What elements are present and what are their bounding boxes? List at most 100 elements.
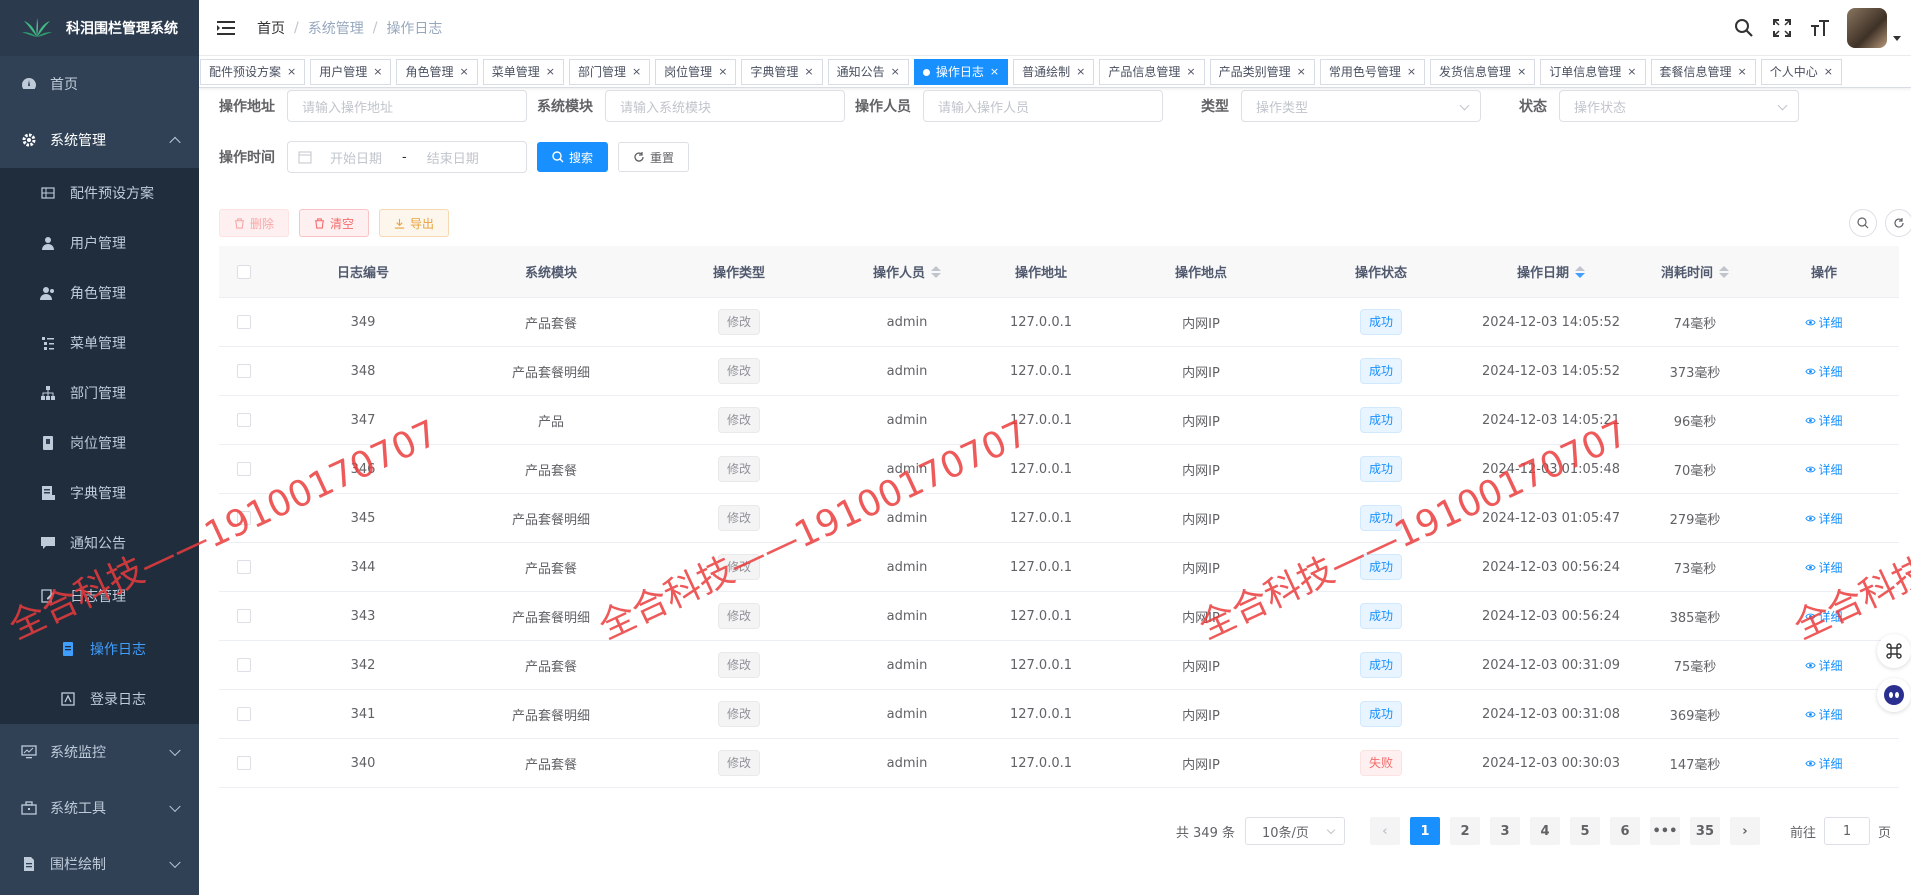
sidebar-item-users[interactable]: 用户管理	[0, 218, 199, 268]
sidebar-item-notice[interactable]: 通知公告	[0, 518, 199, 568]
page-button[interactable]: 2	[1449, 817, 1480, 845]
detail-button[interactable]: 详细	[1805, 755, 1843, 772]
tab-9[interactable]: 普通绘制 ×	[1013, 59, 1095, 85]
tab-10[interactable]: 产品信息管理 ×	[1099, 59, 1205, 85]
tab-12[interactable]: 常用色号管理 ×	[1319, 59, 1426, 85]
close-icon[interactable]: ×	[459, 60, 468, 84]
tab-16[interactable]: 个人中心 ×	[1760, 59, 1842, 85]
sidebar-item-operlog[interactable]: 操作日志	[0, 624, 199, 674]
close-icon[interactable]: ×	[1076, 60, 1085, 84]
row-checkbox[interactable]	[237, 511, 251, 525]
sidebar-item-posts[interactable]: 岗位管理	[0, 418, 199, 468]
tab-14[interactable]: 订单信息管理 ×	[1540, 59, 1646, 85]
sidebar-item-logininfor[interactable]: 登录日志	[0, 674, 199, 724]
oper-addr-input[interactable]: 请输入操作地址	[287, 90, 527, 122]
tab-8[interactable]: 操作日志 ×	[913, 59, 1009, 85]
breadcrumb-home[interactable]: 首页	[257, 18, 285, 38]
oper-user-input[interactable]: 请输入操作人员	[923, 90, 1163, 122]
sidebar-item-fence-draw[interactable]: 围栏绘制	[0, 836, 199, 892]
detail-button[interactable]: 详细	[1805, 510, 1843, 527]
table-row[interactable]: 344 产品套餐 修改 admin 127.0.0.1 内网IP 成功 2024-12-03 …	[219, 543, 1899, 592]
sidebar-item-roles[interactable]: 角色管理	[0, 268, 199, 318]
fullscreen-icon[interactable]	[1771, 17, 1793, 39]
table-row[interactable]: 340 产品套餐 修改 admin 127.0.0.1 内网IP 失败 2024-12-03 …	[219, 739, 1899, 788]
module-input[interactable]: 请输入系统模块	[605, 90, 845, 122]
tab-15[interactable]: 套餐信息管理 ×	[1650, 59, 1756, 85]
table-row[interactable]: 345 产品套餐明细 修改 admin 127.0.0.1 内网IP 成功 2024-12-0…	[219, 494, 1899, 543]
close-icon[interactable]: ×	[287, 60, 296, 84]
page-button[interactable]: 1	[1409, 817, 1440, 845]
close-icon[interactable]: ×	[1517, 60, 1526, 84]
close-icon[interactable]: ×	[1297, 60, 1306, 84]
col-header-sortable[interactable]: 操作人员	[833, 262, 981, 281]
page-button[interactable]: 4	[1529, 817, 1560, 845]
detail-button[interactable]: 详细	[1805, 608, 1843, 625]
close-icon[interactable]: ×	[546, 60, 555, 84]
detail-button[interactable]: 详细	[1805, 363, 1843, 380]
close-icon[interactable]: ×	[718, 60, 727, 84]
search-button[interactable]: 搜索	[537, 142, 609, 172]
page-button[interactable]: 5	[1569, 817, 1600, 845]
sidebar-item-log[interactable]: 日志管理	[0, 568, 199, 624]
sort-desc-icon[interactable]	[1575, 265, 1585, 278]
prev-page-button[interactable]: ‹	[1369, 817, 1400, 845]
oper-type-select[interactable]: 操作类型	[1241, 90, 1481, 122]
table-row[interactable]: 343 产品套餐明细 修改 admin 127.0.0.1 内网IP 成功 2024-12-0…	[219, 592, 1899, 641]
detail-button[interactable]: 详细	[1805, 657, 1843, 674]
sidebar-item-system[interactable]: 系统管理	[0, 112, 199, 168]
table-row[interactable]: 346 产品套餐 修改 admin 127.0.0.1 内网IP 成功 2024-12-03 …	[219, 445, 1899, 494]
tab-6[interactable]: 字典管理 ×	[741, 59, 823, 85]
delete-button[interactable]: 删除	[219, 209, 290, 237]
close-icon[interactable]: ×	[1407, 60, 1416, 84]
close-icon[interactable]: ×	[990, 60, 999, 84]
goto-page-input[interactable]	[1823, 817, 1870, 845]
row-checkbox[interactable]	[237, 462, 251, 476]
sidebar-item-monitor[interactable]: 系统监控	[0, 724, 199, 780]
command-icon[interactable]	[1877, 634, 1911, 668]
row-checkbox[interactable]	[237, 756, 251, 770]
tab-7[interactable]: 通知公告 ×	[827, 59, 909, 85]
page-button[interactable]: •••	[1649, 817, 1680, 845]
col-header-sortable[interactable]: 操作日期	[1461, 262, 1641, 281]
tab-4[interactable]: 部门管理 ×	[568, 59, 651, 85]
sidebar-item-dict[interactable]: 字典管理	[0, 468, 199, 518]
sidebar-item-menus[interactable]: 菜单管理	[0, 318, 199, 368]
table-row[interactable]: 348 产品套餐明细 修改 admin 127.0.0.1 内网IP 成功 2024-12-0…	[219, 347, 1899, 396]
sidebar-item-depts[interactable]: 部门管理	[0, 368, 199, 418]
clear-button[interactable]: 清空	[299, 209, 370, 237]
sort-icon[interactable]	[931, 265, 941, 278]
toggle-search-button[interactable]	[1849, 209, 1877, 237]
sort-icon[interactable]	[1719, 265, 1729, 278]
row-checkbox[interactable]	[237, 315, 251, 329]
close-icon[interactable]: ×	[891, 60, 900, 84]
select-all-checkbox[interactable]	[237, 264, 251, 279]
tab-0[interactable]: 配件预设方案 ×	[200, 59, 306, 85]
sidebar-item-home[interactable]: 首页	[0, 56, 199, 112]
sidebar-item-accessory-plan[interactable]: 配件预设方案	[0, 168, 199, 218]
table-row[interactable]: 349 产品套餐 修改 admin 127.0.0.1 内网IP 成功 2024-12-03 …	[219, 298, 1899, 347]
detail-button[interactable]: 详细	[1805, 461, 1843, 478]
next-page-button[interactable]: ›	[1729, 817, 1760, 845]
row-checkbox[interactable]	[237, 707, 251, 721]
row-checkbox[interactable]	[237, 609, 251, 623]
oper-status-select[interactable]: 操作状态	[1559, 90, 1799, 122]
sidebar-item-tool[interactable]: 系统工具	[0, 780, 199, 836]
table-row[interactable]: 342 产品套餐 修改 admin 127.0.0.1 内网IP 成功 2024-12-03 …	[219, 641, 1899, 690]
page-size-select[interactable]: 10条/页	[1244, 817, 1345, 845]
tab-5[interactable]: 岗位管理 ×	[655, 59, 737, 85]
row-checkbox[interactable]	[237, 658, 251, 672]
close-icon[interactable]: ×	[804, 60, 813, 84]
row-checkbox[interactable]	[237, 560, 251, 574]
detail-button[interactable]: 详细	[1805, 706, 1843, 723]
tab-2[interactable]: 角色管理 ×	[396, 59, 478, 85]
logo[interactable]: 科泪围栏管理系统	[0, 0, 199, 56]
export-button[interactable]: 导出	[379, 209, 450, 237]
detail-button[interactable]: 详细	[1805, 412, 1843, 429]
tab-3[interactable]: 菜单管理 ×	[482, 59, 564, 85]
page-button[interactable]: 35	[1689, 817, 1720, 845]
detail-button[interactable]: 详细	[1805, 559, 1843, 576]
close-icon[interactable]: ×	[1824, 60, 1833, 84]
assistant-icon[interactable]	[1877, 678, 1911, 712]
caret-down-icon[interactable]	[1893, 35, 1901, 41]
reset-button[interactable]: 重置	[618, 142, 690, 172]
